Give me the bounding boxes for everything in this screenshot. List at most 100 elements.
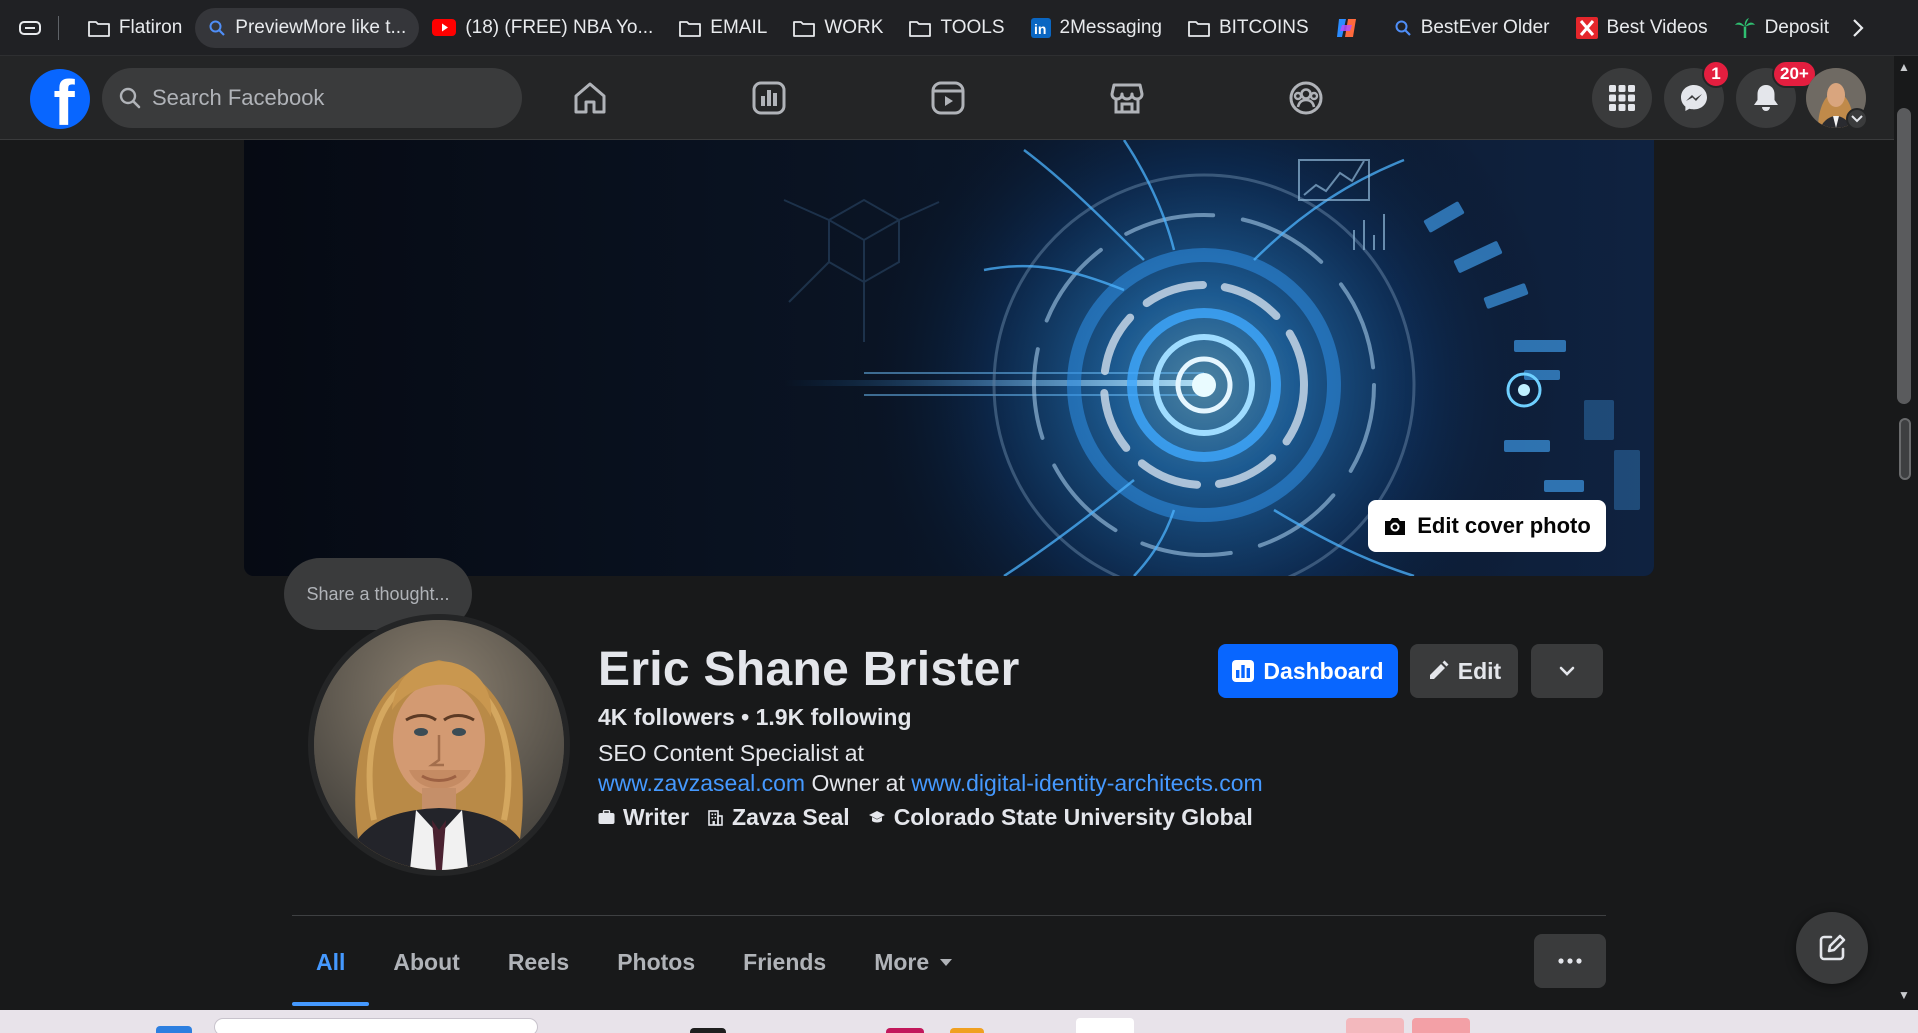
following-count[interactable]: 1.9K following bbox=[756, 704, 912, 730]
caret-down-icon bbox=[940, 958, 953, 966]
detail-label: Colorado State University Global bbox=[893, 804, 1253, 830]
bookmarks-bar: Flatiron PreviewMore like t... (18) (FRE… bbox=[0, 0, 1918, 56]
taskbar-app-icon[interactable] bbox=[950, 1028, 984, 1033]
groups-icon[interactable] bbox=[1284, 76, 1328, 120]
building-icon bbox=[708, 810, 723, 826]
bookmark-nba-youtube[interactable]: (18) (FREE) NBA Yo... bbox=[419, 8, 666, 48]
bookmark-label: Best Videos bbox=[1606, 16, 1708, 38]
linkedin-icon: in bbox=[1030, 17, 1051, 38]
more-options-button[interactable] bbox=[1534, 934, 1606, 988]
chevron-down-icon[interactable] bbox=[1846, 108, 1868, 130]
bookmark-label: BestEver Older bbox=[1420, 16, 1550, 38]
digital-identity-link[interactable]: www.digital-identity-architects.com bbox=[911, 770, 1263, 796]
bookmark-label: Flatiron bbox=[118, 16, 183, 38]
scrollbar-secondary-thumb[interactable] bbox=[1899, 418, 1911, 480]
taskbar-search[interactable] bbox=[214, 1018, 538, 1033]
bookmark-deposit[interactable]: Deposit bbox=[1721, 8, 1842, 48]
follow-separator: • bbox=[741, 704, 756, 730]
edit-label: Edit bbox=[1457, 657, 1502, 684]
facebook-logo[interactable]: f bbox=[30, 69, 90, 129]
dashboard-icon[interactable] bbox=[747, 76, 791, 120]
taskbar-app-icon[interactable] bbox=[1412, 1018, 1470, 1033]
dashboard-chart-icon bbox=[1232, 660, 1255, 682]
start-icon[interactable] bbox=[156, 1026, 192, 1033]
menu-grid-button[interactable] bbox=[1592, 68, 1652, 128]
tab-reels[interactable]: Reels bbox=[484, 918, 593, 1006]
compose-icon bbox=[1819, 934, 1846, 961]
search-box[interactable] bbox=[102, 68, 522, 128]
scroll-down-arrow-icon[interactable]: ▼ bbox=[1898, 988, 1910, 1002]
bookmark-tools[interactable]: TOOLS bbox=[896, 8, 1017, 48]
search-icon bbox=[1395, 20, 1411, 36]
marketplace-icon[interactable] bbox=[1105, 76, 1149, 120]
bookmark-bitcoins[interactable]: BITCOINS bbox=[1175, 8, 1322, 48]
taskbar-app-icon[interactable] bbox=[690, 1028, 726, 1033]
profile-options-button[interactable] bbox=[1531, 644, 1603, 698]
tab-label: Friends bbox=[743, 948, 827, 975]
os-taskbar bbox=[0, 1010, 1918, 1033]
copilot-icon bbox=[1336, 18, 1356, 37]
tab-label: Reels bbox=[507, 948, 570, 975]
bookmark-label: BITCOINS bbox=[1218, 16, 1309, 38]
tab-about[interactable]: About bbox=[369, 918, 483, 1006]
bookmark-bestever-older[interactable]: BestEver Older bbox=[1381, 8, 1563, 48]
tab-friends[interactable]: Friends bbox=[719, 918, 850, 1006]
bookmark-label: PreviewMore like t... bbox=[235, 16, 407, 38]
bookmark-preview[interactable]: PreviewMore like t... bbox=[195, 7, 420, 48]
taskbar-app-icon[interactable] bbox=[886, 1028, 924, 1033]
bio-mid-text: Owner at bbox=[805, 770, 912, 796]
taskbar-app-icon[interactable] bbox=[1076, 1018, 1134, 1033]
bookmark-label: (18) (FREE) NBA Yo... bbox=[465, 16, 654, 38]
follow-stats: 4K followers • 1.9K following bbox=[598, 704, 912, 731]
bookmark-2messaging[interactable]: in 2Messaging bbox=[1018, 8, 1175, 48]
grid-icon bbox=[1609, 85, 1635, 111]
video-icon[interactable] bbox=[926, 76, 970, 120]
zavzaseal-link[interactable]: www.zavzaseal.com bbox=[598, 770, 805, 796]
scroll-up-arrow-icon[interactable]: ▲ bbox=[1898, 60, 1910, 74]
search-icon bbox=[119, 87, 141, 109]
briefcase-icon bbox=[598, 810, 615, 824]
edit-cover-photo-button[interactable]: Edit cover photo bbox=[1368, 500, 1606, 552]
bookmark-best-videos[interactable]: Best Videos bbox=[1563, 8, 1721, 48]
folder-icon bbox=[909, 20, 932, 37]
detail-colorado-state[interactable]: Colorado State University Global bbox=[868, 804, 1253, 831]
folder-icon bbox=[88, 20, 110, 37]
svg-text:in: in bbox=[1034, 21, 1046, 37]
dashboard-label: Dashboard bbox=[1263, 657, 1384, 684]
tab-label: Photos bbox=[617, 948, 696, 975]
bookmark-copilot[interactable] bbox=[1322, 8, 1381, 48]
search-icon bbox=[209, 20, 226, 36]
tab-search-icon[interactable] bbox=[14, 11, 46, 45]
tab-all[interactable]: All bbox=[292, 918, 370, 1006]
taskbar-app-icon[interactable] bbox=[1346, 1018, 1404, 1033]
dashboard-button[interactable]: Dashboard bbox=[1218, 644, 1398, 698]
home-icon[interactable] bbox=[568, 76, 612, 120]
bookmark-work[interactable]: WORK bbox=[780, 8, 896, 48]
camera-icon bbox=[1385, 518, 1406, 535]
followers-count[interactable]: 4K followers bbox=[598, 704, 735, 730]
profile-picture[interactable] bbox=[308, 614, 570, 876]
tab-more[interactable]: More bbox=[850, 918, 977, 1006]
search-input[interactable] bbox=[152, 85, 482, 111]
scrollbar-thumb[interactable] bbox=[1897, 108, 1911, 404]
bio-line-2: www.zavzaseal.com Owner at www.digital-i… bbox=[598, 770, 1263, 797]
bookmark-flatiron[interactable]: Flatiron bbox=[75, 8, 195, 48]
chevron-down-icon bbox=[1559, 666, 1575, 676]
folder-icon bbox=[679, 20, 702, 37]
bookmark-label: EMAIL bbox=[710, 16, 768, 38]
bookmark-email[interactable]: EMAIL bbox=[666, 8, 780, 48]
tab-photos[interactable]: Photos bbox=[593, 918, 719, 1006]
detail-zavza-seal[interactable]: Zavza Seal bbox=[707, 804, 850, 831]
facebook-top-nav: f 1 20+ bbox=[0, 56, 1894, 140]
new-message-button[interactable] bbox=[1796, 912, 1868, 984]
tab-label: About bbox=[393, 948, 460, 975]
edit-profile-button[interactable]: Edit bbox=[1410, 644, 1518, 698]
bookmark-label: 2Messaging bbox=[1059, 16, 1162, 38]
bio-line-1: SEO Content Specialist at bbox=[598, 740, 864, 766]
folder-icon bbox=[793, 20, 816, 37]
profile-name: Eric Shane Brister bbox=[598, 643, 1020, 696]
edit-cover-photo-label: Edit cover photo bbox=[1417, 513, 1591, 538]
tab-label: All bbox=[316, 948, 346, 975]
bookmark-label: Deposit bbox=[1764, 16, 1829, 38]
chevron-right-icon[interactable] bbox=[1842, 11, 1874, 45]
